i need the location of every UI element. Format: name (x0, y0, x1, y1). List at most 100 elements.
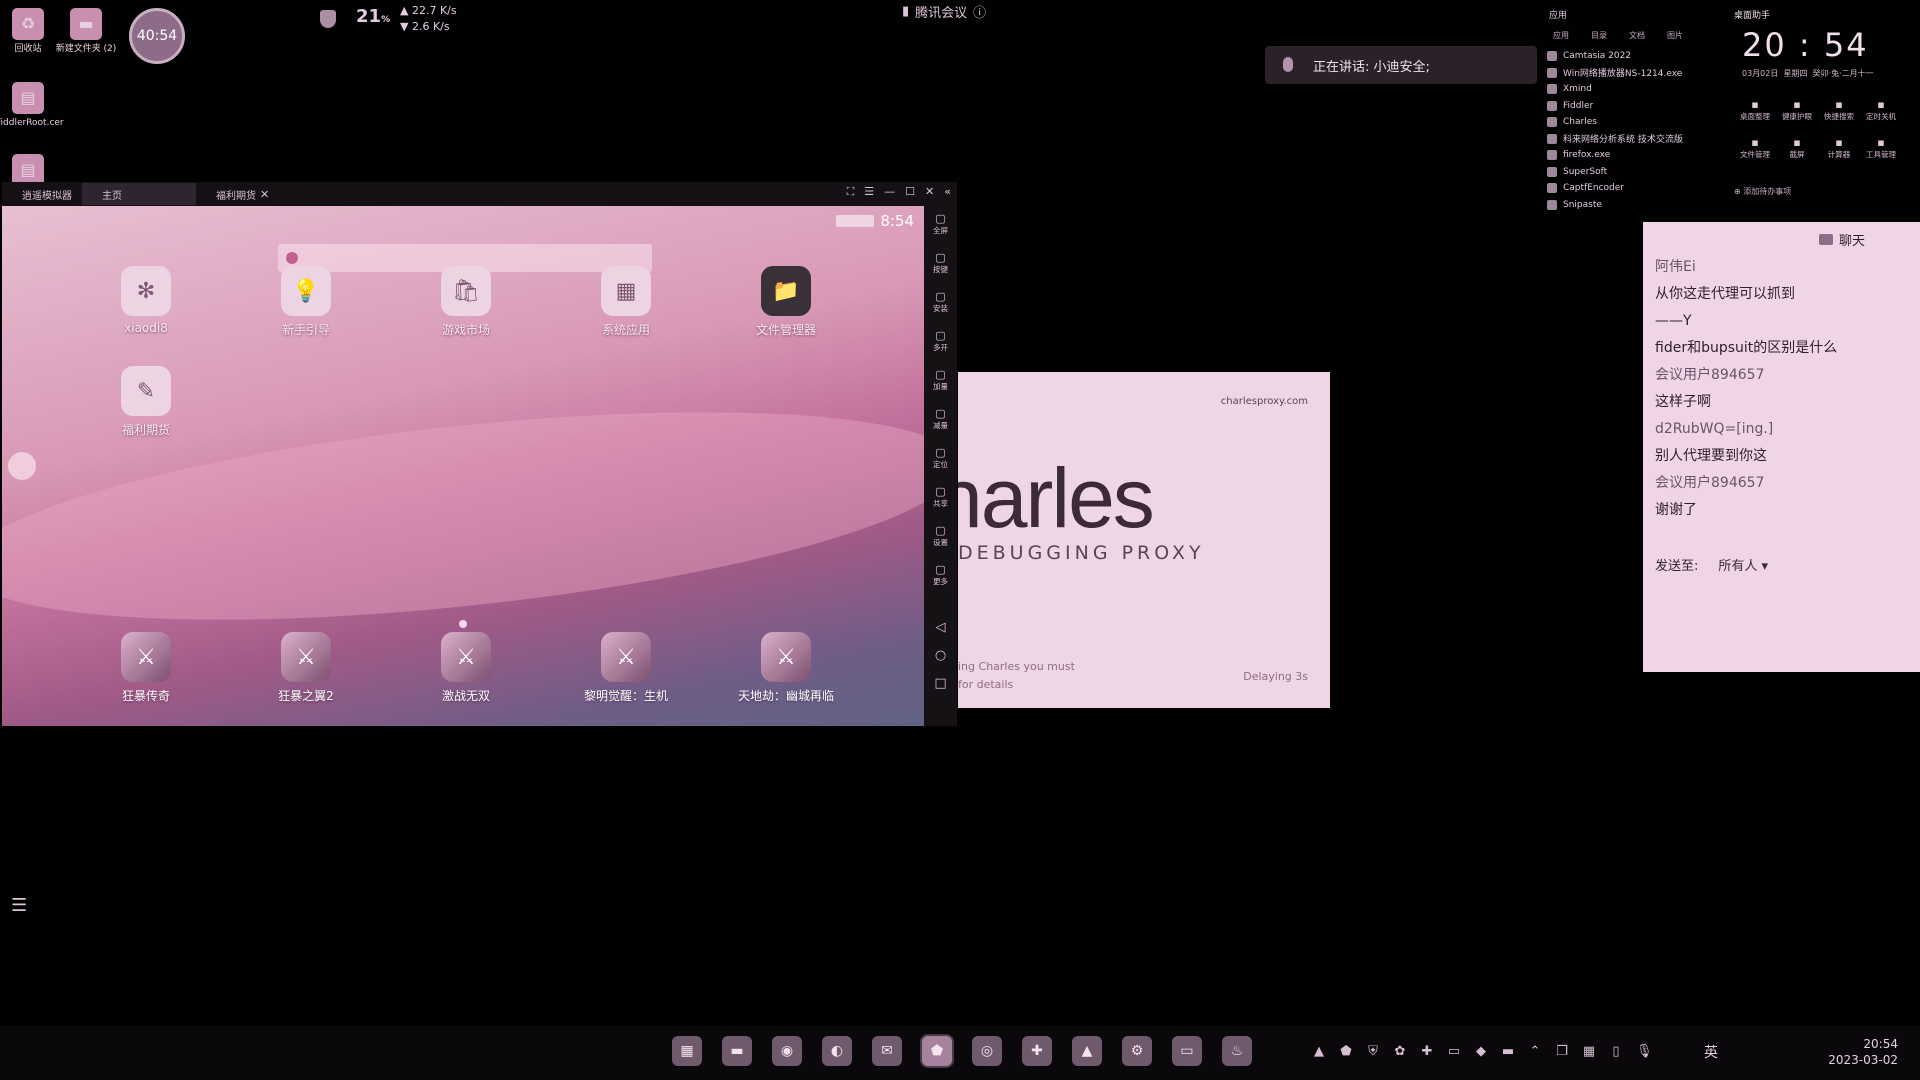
tool-manage[interactable]: 工具管理 (1860, 136, 1902, 160)
emulator-taskbar-icon[interactable]: ⬟ (922, 1036, 952, 1066)
app-list-item[interactable]: Charles (1547, 114, 1683, 131)
tool-desktop-organize[interactable]: 桌面整理 (1734, 98, 1776, 122)
fullscreen-icon[interactable]: ⛶ (847, 185, 855, 199)
java-icon[interactable]: ♨ (1222, 1036, 1252, 1066)
minimize-icon[interactable]: — (884, 185, 895, 199)
tab-images[interactable]: 图片 (1667, 30, 1683, 41)
tray-app-icon[interactable]: ⬟ (1339, 1044, 1353, 1059)
back-icon[interactable]: ◁ (924, 620, 957, 635)
sidebar-multi[interactable]: 多开 (924, 323, 957, 362)
list-menu-icon[interactable]: ☰ (11, 895, 27, 916)
app-list-item[interactable]: 科来网络分析系统 技术交流版 (1547, 131, 1683, 148)
tray-paw-icon[interactable]: ✿ (1393, 1044, 1407, 1059)
recycle-bin-icon[interactable]: ♻ 回收站 (0, 8, 60, 55)
recents-icon[interactable]: □ (924, 676, 957, 691)
dock-app[interactable]: ⚔ 黎明觉醒：生机 (571, 632, 681, 704)
app-xiaodi8[interactable]: ✻ xiaodi8 (91, 266, 201, 335)
tool-eye-care[interactable]: 健康护眼 (1776, 98, 1818, 122)
app-label: 狂暴之翼2 (278, 689, 334, 703)
app-label: 黎明觉醒：生机 (583, 689, 668, 703)
charles-logo: harles (958, 451, 1155, 545)
sidebar-volume-up[interactable]: 加量 (924, 362, 957, 401)
tool-icon[interactable]: ✚ (1022, 1036, 1052, 1066)
taskbar-clock[interactable]: 20:54 2023-03-02 (1818, 1036, 1898, 1068)
maximize-icon[interactable]: ☐ (905, 185, 915, 199)
floating-ball[interactable] (8, 452, 36, 480)
dock-app[interactable]: ⚔ 激战无双 (411, 632, 521, 704)
app-list-item[interactable]: Camtasia 2022 (1547, 48, 1683, 65)
android-statusbar: 8:54 (836, 212, 914, 230)
sidebar-install[interactable]: 安装 (924, 284, 957, 323)
app-list-item[interactable]: firefox.exe (1547, 147, 1683, 164)
info-icon[interactable]: ⓘ (973, 2, 986, 21)
add-todo-button[interactable]: ⊕ 添加待办事项 (1734, 186, 1791, 197)
tray-photo-icon[interactable]: ▲ (1312, 1044, 1326, 1059)
emulator-titlebar[interactable]: 逍遥模拟器 主页 福利期货 ✕ ⛶ ☰ — ☐ ✕ « (2, 182, 957, 206)
tool-calculator[interactable]: 计算器 (1818, 136, 1860, 160)
tray-device-icon[interactable]: ▭ (1447, 1044, 1461, 1059)
sidebar-settings[interactable]: 设置 (924, 518, 957, 557)
dock-app[interactable]: ⚔ 天地劫：幽城再临 (731, 632, 841, 704)
tray-monitor-icon[interactable]: ▬ (1501, 1044, 1515, 1059)
edge-icon[interactable]: ◐ (822, 1036, 852, 1066)
tray-battery-icon[interactable]: ▯ (1609, 1044, 1623, 1059)
game-icon: ⚔ (601, 632, 651, 682)
sidebar-volume-down[interactable]: 减量 (924, 401, 957, 440)
terminal-icon[interactable]: ▭ (1172, 1036, 1202, 1066)
dock-app[interactable]: ⚔ 狂暴之翼2 (251, 632, 361, 704)
tab-documents[interactable]: 文档 (1629, 30, 1645, 41)
tab-welfare[interactable]: 福利期货 ✕ (196, 183, 306, 205)
meeting-app-title[interactable]: ▮ 腾讯会议 ⓘ (902, 2, 986, 21)
wechat-icon[interactable]: ✉ (872, 1036, 902, 1066)
input-language[interactable]: 英 (1704, 1042, 1718, 1062)
file-explorer-icon[interactable]: ▬ (722, 1036, 752, 1066)
android-screen[interactable]: 8:54 ✻ xiaodi8 💡 新手引导 🛍 游戏市场 ▦ 系统应用 📁 文件… (2, 206, 924, 726)
app-system-apps[interactable]: ▦ 系统应用 (571, 266, 681, 338)
app-file-manager[interactable]: 📁 文件管理器 (731, 266, 841, 338)
chrome-icon[interactable]: ◎ (972, 1036, 1002, 1066)
sidebar-share[interactable]: 共享 (924, 479, 957, 518)
sidebar-fullscreen[interactable]: 全屏 (924, 206, 957, 245)
sidebar-location[interactable]: 定位 (924, 440, 957, 479)
tray-shield-icon[interactable]: ⛨ (1366, 1044, 1380, 1059)
app-list-item[interactable]: Snipaste (1547, 197, 1683, 214)
close-icon[interactable]: ✕ (260, 188, 269, 201)
app-list-item[interactable]: Win网络播放器NS-1214.exe (1547, 65, 1683, 82)
home-icon[interactable]: ○ (924, 648, 957, 663)
browser-icon[interactable]: ◉ (772, 1036, 802, 1066)
app-guide[interactable]: 💡 新手引导 (251, 266, 361, 338)
tool-file-manager[interactable]: 文件管理 (1734, 136, 1776, 160)
app-list-item[interactable]: Xmind (1547, 81, 1683, 98)
app-game-market[interactable]: 🛍 游戏市场 (411, 266, 521, 338)
photos-icon[interactable]: ▲ (1072, 1036, 1102, 1066)
start-menu-icon[interactable]: ▦ (672, 1036, 702, 1066)
fiddler-cert-icon[interactable]: ▤ FiddlerRoot.cer (0, 82, 64, 129)
app-welfare[interactable]: ✎ 福利期货 (91, 366, 201, 438)
tab-apps[interactable]: 应用 (1553, 30, 1569, 41)
tray-copy-icon[interactable]: ❐ (1555, 1044, 1569, 1059)
dock-app[interactable]: ⚔ 狂暴传奇 (91, 632, 201, 704)
tray-tool-icon[interactable]: ✚ (1420, 1044, 1434, 1059)
tab-directory[interactable]: 目录 (1591, 30, 1607, 41)
settings-icon[interactable]: ⚙ (1122, 1036, 1152, 1066)
meeting-timer[interactable]: 40:54 (129, 8, 185, 64)
send-to-select[interactable]: 所有人 ▾ (1718, 555, 1768, 574)
app-list-item[interactable]: SuperSoft (1547, 164, 1683, 181)
charles-note: for details (958, 678, 1014, 691)
app-list-item[interactable]: Fiddler (1547, 98, 1683, 115)
menu-icon[interactable]: ☰ (864, 185, 874, 199)
new-folder-icon[interactable]: ▬ 新建文件夹 (2) (54, 8, 118, 55)
sidebar-keymap[interactable]: 按键 (924, 245, 957, 284)
tray-mic-icon[interactable]: 🎙 (1636, 1044, 1653, 1059)
tool-screenshot[interactable]: 截屏 (1776, 136, 1818, 160)
app-list-item[interactable]: CaptfEncoder (1547, 180, 1683, 197)
tab-home[interactable]: 主页 (82, 183, 196, 205)
collapse-icon[interactable]: « (944, 185, 951, 199)
close-icon[interactable]: ✕ (925, 185, 934, 199)
tray-expand-icon[interactable]: ⌃ (1528, 1044, 1542, 1059)
tool-quick-search[interactable]: 快捷搜索 (1818, 98, 1860, 122)
tool-scheduled-shutdown[interactable]: 定时关机 (1860, 98, 1902, 122)
tray-game-icon[interactable]: ◆ (1474, 1044, 1488, 1059)
sidebar-more[interactable]: 更多 (924, 557, 957, 596)
tray-grid-icon[interactable]: ▦ (1582, 1044, 1596, 1059)
